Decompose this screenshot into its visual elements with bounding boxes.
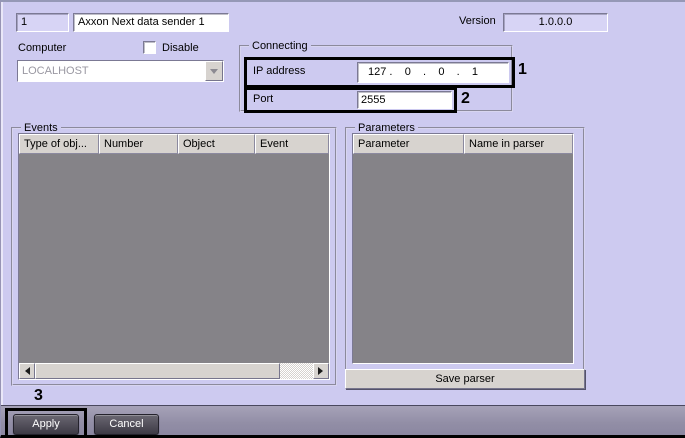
id-field[interactable]: 1 <box>16 13 69 32</box>
callout-number-3: 3 <box>34 387 43 404</box>
events-col-event[interactable]: Event <box>255 134 329 154</box>
cancel-button[interactable]: Cancel <box>94 414 159 435</box>
scrollbar-thumb[interactable] <box>35 363 280 379</box>
parameters-list-body[interactable] <box>353 154 573 363</box>
computer-label: Computer <box>18 42 67 54</box>
port-value: 2555 <box>361 94 386 106</box>
callout-box-3: Apply <box>5 408 87 435</box>
events-col-number[interactable]: Number <box>99 134 178 154</box>
callout-number-1: 1 <box>518 61 527 78</box>
id-value: 1 <box>21 16 28 28</box>
parameters-table-header: Parameter Name in parser <box>353 134 573 154</box>
scroll-right-arrow-icon <box>318 367 327 375</box>
parameters-col-parameter[interactable]: Parameter <box>353 134 464 154</box>
port-label: Port <box>253 93 274 105</box>
connecting-group-title: Connecting <box>249 39 311 53</box>
disable-checkbox[interactable] <box>143 41 156 54</box>
events-list-body[interactable] <box>19 154 329 363</box>
events-col-type-of-object[interactable]: Type of obj... <box>19 134 99 154</box>
callout-box-1: IP address 127 . 0 . 0 . 1 <box>244 57 515 88</box>
scroll-left-arrow-icon <box>21 367 30 375</box>
version-label: Version <box>459 15 496 27</box>
ip-address-field[interactable]: 127 . 0 . 0 . 1 <box>357 62 509 83</box>
version-value: 1.0.0.0 <box>538 16 573 28</box>
ip-address-label: IP address <box>253 65 306 77</box>
events-table[interactable]: Type of obj... Number Object Event <box>18 133 330 380</box>
name-value: Axxon Next data sender 1 <box>78 16 205 28</box>
scroll-left-button[interactable] <box>19 363 35 379</box>
scrollbar-track[interactable] <box>280 363 313 379</box>
disable-label: Disable <box>162 42 199 54</box>
events-table-header: Type of obj... Number Object Event <box>19 134 329 154</box>
scroll-right-button[interactable] <box>313 363 329 379</box>
name-field[interactable]: Axxon Next data sender 1 <box>73 13 229 32</box>
events-horizontal-scrollbar[interactable] <box>19 363 329 379</box>
callout-box-2: Port 2555 <box>244 87 457 113</box>
parameters-table[interactable]: Parameter Name in parser <box>352 133 574 364</box>
port-field[interactable]: 2555 <box>357 91 452 109</box>
save-parser-button[interactable]: Save parser <box>345 369 585 389</box>
dropdown-button[interactable] <box>205 61 223 81</box>
computer-dropdown[interactable]: LOCALHOST <box>17 60 224 82</box>
version-field: 1.0.0.0 <box>503 13 608 32</box>
axxon-data-sender-panel: 1 Axxon Next data sender 1 Computer Disa… <box>0 0 685 438</box>
events-col-object[interactable]: Object <box>178 134 255 154</box>
chevron-down-icon <box>210 68 218 78</box>
ip-address-value: 127 . 0 . 0 . 1 <box>368 66 479 78</box>
callout-number-2: 2 <box>461 90 470 107</box>
computer-dropdown-value: LOCALHOST <box>18 61 205 81</box>
parameters-col-name-in-parser[interactable]: Name in parser <box>464 134 573 154</box>
apply-button[interactable]: Apply <box>13 414 79 435</box>
